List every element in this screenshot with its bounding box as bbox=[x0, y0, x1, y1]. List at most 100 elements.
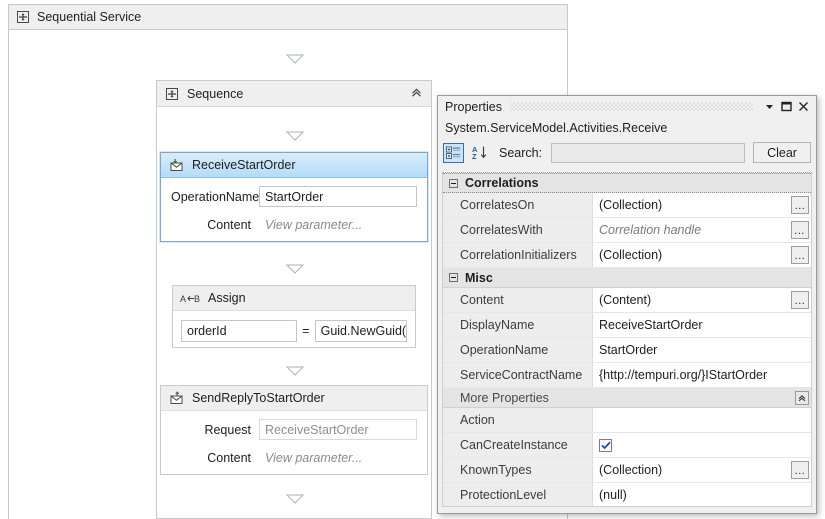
sequence-icon bbox=[165, 87, 179, 101]
property-value-text: (Collection) bbox=[599, 198, 663, 212]
sendreply-content-label: Content bbox=[207, 450, 251, 465]
assign-equals-label: = bbox=[302, 324, 310, 338]
sequence-collapse-chevron-up-icon[interactable] bbox=[408, 86, 425, 101]
property-value[interactable]: (Collection) ... bbox=[593, 458, 811, 482]
property-value[interactable]: (null) bbox=[593, 483, 811, 506]
search-label: Search: bbox=[499, 145, 543, 160]
property-row-correlateson[interactable]: CorrelatesOn (Collection) ... bbox=[443, 193, 811, 218]
maximize-button[interactable] bbox=[778, 98, 795, 115]
property-value[interactable]: (Content) ... bbox=[593, 288, 811, 312]
more-properties-collapse-chevron-up-icon[interactable] bbox=[795, 390, 809, 405]
property-name: KnownTypes bbox=[443, 458, 593, 482]
search-input[interactable] bbox=[551, 142, 745, 163]
property-name: ServiceContractName bbox=[443, 363, 593, 387]
close-button[interactable] bbox=[795, 98, 812, 115]
receive-operationname-label: OperationName bbox=[171, 189, 260, 204]
receive-operationname-row: OperationName StartOrder bbox=[171, 186, 417, 207]
sequential-service-header[interactable]: Sequential Service bbox=[9, 5, 567, 30]
ellipsis-editor-button[interactable]: ... bbox=[791, 196, 809, 214]
sequential-service-title: Sequential Service bbox=[37, 10, 142, 24]
svg-text:Z: Z bbox=[472, 152, 477, 160]
ellipsis-editor-button[interactable]: ... bbox=[791, 461, 809, 479]
assign-to-input[interactable]: orderId bbox=[181, 320, 297, 342]
assign-activity-body: orderId = Guid.NewGuid().To bbox=[173, 311, 415, 351]
alphabetical-sort-icon[interactable]: A Z bbox=[469, 143, 490, 163]
property-name: OperationName bbox=[443, 338, 593, 362]
collapse-category-icon[interactable] bbox=[449, 178, 458, 188]
sendreply-activity-body: Request ReceiveStartOrder Content View p… bbox=[161, 411, 427, 477]
property-value[interactable]: Correlation handle ... bbox=[593, 218, 811, 242]
sendreply-request-input[interactable]: ReceiveStartOrder bbox=[259, 419, 417, 440]
properties-grid: Correlations CorrelatesOn (Collection) .… bbox=[442, 172, 812, 507]
category-label: Correlations bbox=[465, 176, 539, 190]
property-row-displayname[interactable]: DisplayName ReceiveStartOrder bbox=[443, 313, 811, 338]
clear-button[interactable]: Clear bbox=[753, 142, 811, 163]
property-value[interactable]: (Collection) ... bbox=[593, 243, 811, 267]
sendreply-activity-title: SendReplyToStartOrder bbox=[192, 391, 325, 405]
svg-text:A: A bbox=[180, 294, 186, 304]
ellipsis-editor-button[interactable]: ... bbox=[791, 291, 809, 309]
properties-window-title: Properties bbox=[445, 99, 502, 114]
property-value[interactable]: StartOrder bbox=[593, 338, 811, 362]
property-row-content[interactable]: Content (Content) ... bbox=[443, 288, 811, 313]
property-name: CanCreateInstance bbox=[443, 433, 593, 457]
property-row-correlationinitializers[interactable]: CorrelationInitializers (Collection) ... bbox=[443, 243, 811, 268]
properties-titlebar[interactable]: Properties bbox=[438, 96, 816, 117]
property-category-misc[interactable]: Misc bbox=[443, 268, 811, 288]
assign-activity-title: Assign bbox=[208, 291, 246, 305]
properties-window[interactable]: Properties System.ServiceModel.Activitie… bbox=[437, 95, 817, 514]
receive-activity-title: ReceiveStartOrder bbox=[192, 158, 296, 172]
property-name: DisplayName bbox=[443, 313, 593, 337]
receive-content-row: Content View parameter... bbox=[171, 214, 417, 235]
connector-arrow-end bbox=[285, 493, 305, 505]
receive-operationname-input[interactable]: StartOrder bbox=[259, 186, 417, 207]
property-name: CorrelationInitializers bbox=[443, 243, 593, 267]
property-row-servicecontractname[interactable]: ServiceContractName {http://tempuri.org/… bbox=[443, 363, 811, 388]
receive-activity-body: OperationName StartOrder Content View pa… bbox=[161, 178, 427, 244]
connector-arrow-to-sequence bbox=[285, 53, 305, 65]
svg-text:B: B bbox=[194, 294, 200, 304]
sendreply-request-label: Request bbox=[204, 422, 251, 437]
activity-send-reply-to-start-order[interactable]: SendReplyToStartOrder Request ReceiveSta… bbox=[160, 385, 428, 475]
property-row-cancreateinstance[interactable]: CanCreateInstance bbox=[443, 433, 811, 458]
property-row-knowntypes[interactable]: KnownTypes (Collection) ... bbox=[443, 458, 811, 483]
screenshot-root: Sequential Service Sequence ReceiveStart… bbox=[0, 0, 825, 519]
receive-content-label: Content bbox=[207, 217, 251, 232]
cancreateinstance-checkbox[interactable] bbox=[599, 438, 612, 452]
property-value[interactable] bbox=[593, 433, 811, 457]
property-row-correlateswith[interactable]: CorrelatesWith Correlation handle ... bbox=[443, 218, 811, 243]
window-menu-dropdown-button[interactable] bbox=[761, 98, 778, 115]
connector-arrow-to-assign bbox=[285, 263, 305, 275]
activity-receive-start-order[interactable]: ReceiveStartOrder OperationName StartOrd… bbox=[160, 152, 428, 242]
property-value[interactable]: ReceiveStartOrder bbox=[593, 313, 811, 337]
property-row-action[interactable]: Action bbox=[443, 408, 811, 433]
property-value[interactable]: (Collection) ... bbox=[593, 193, 811, 217]
sendreply-activity-header[interactable]: SendReplyToStartOrder bbox=[161, 386, 427, 411]
properties-object-type-label: System.ServiceModel.Activities.Receive bbox=[438, 117, 816, 139]
sequence-title: Sequence bbox=[187, 86, 244, 101]
property-row-operationname[interactable]: OperationName StartOrder bbox=[443, 338, 811, 363]
collapse-category-icon[interactable] bbox=[449, 273, 458, 282]
connector-arrow-to-receive bbox=[285, 130, 305, 142]
assign-value-input[interactable]: Guid.NewGuid().To bbox=[314, 320, 407, 342]
property-value-text: (Collection) bbox=[599, 463, 663, 477]
property-value-text: Correlation handle bbox=[599, 223, 702, 237]
categorized-view-icon[interactable] bbox=[443, 142, 464, 163]
property-value-text: (Content) bbox=[599, 293, 652, 307]
receive-content-input[interactable]: View parameter... bbox=[259, 214, 417, 235]
more-properties-label: More Properties bbox=[460, 390, 549, 405]
receive-activity-header[interactable]: ReceiveStartOrder bbox=[161, 153, 427, 178]
properties-toolbar: A Z Search: Clear bbox=[438, 139, 816, 166]
ellipsis-editor-button[interactable]: ... bbox=[791, 246, 809, 264]
ellipsis-editor-button[interactable]: ... bbox=[791, 221, 809, 239]
send-reply-activity-icon bbox=[169, 391, 184, 405]
sequence-header[interactable]: Sequence bbox=[157, 81, 431, 107]
property-row-protectionlevel[interactable]: ProtectionLevel (null) bbox=[443, 483, 811, 506]
more-properties-subheader[interactable]: More Properties bbox=[443, 388, 811, 408]
property-value[interactable] bbox=[593, 408, 811, 432]
property-value[interactable]: {http://tempuri.org/}IStartOrder bbox=[593, 363, 811, 387]
sendreply-content-input[interactable]: View parameter... bbox=[259, 447, 417, 468]
property-category-correlations[interactable]: Correlations bbox=[443, 173, 811, 193]
assign-activity-header[interactable]: A B Assign bbox=[173, 286, 415, 311]
activity-assign[interactable]: A B Assign orderId = Guid.NewGuid().To bbox=[172, 285, 416, 348]
